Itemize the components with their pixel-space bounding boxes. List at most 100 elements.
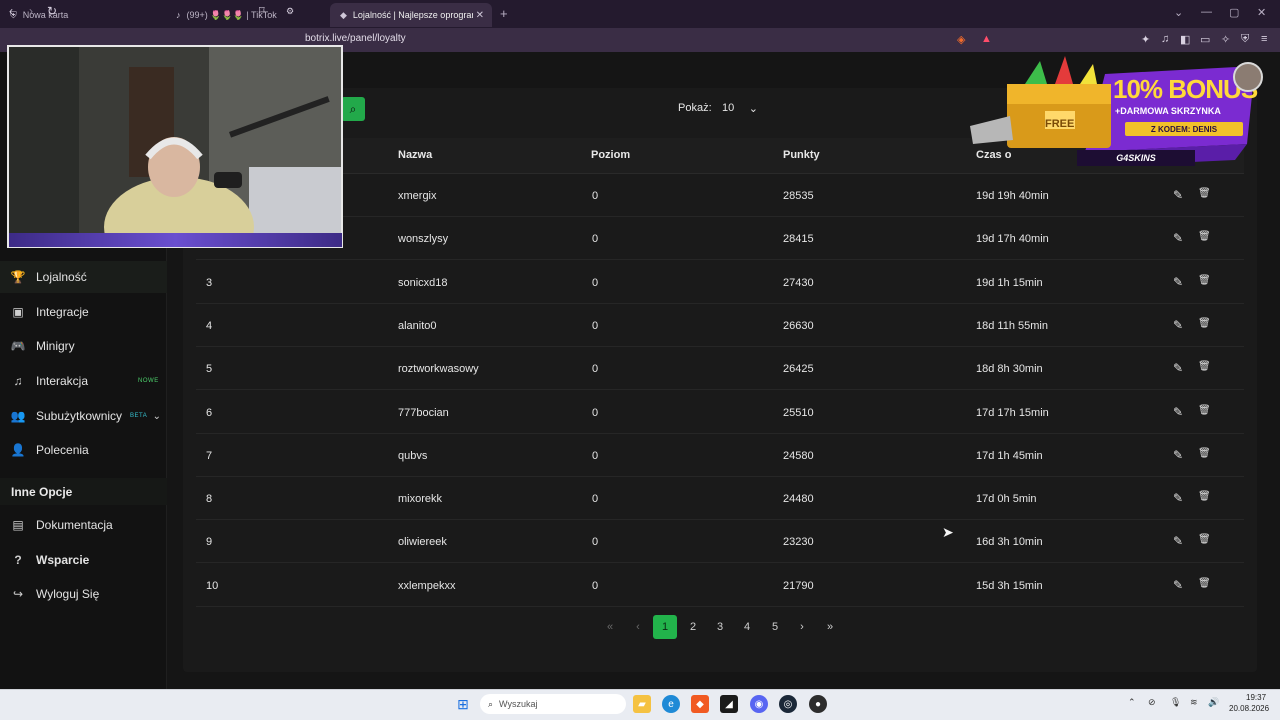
menu-icon[interactable]: ≡ xyxy=(1261,33,1267,45)
chevron-down-icon[interactable]: ⌄ xyxy=(153,411,161,422)
close-icon[interactable]: ✕ xyxy=(476,10,484,21)
wifi-icon[interactable]: ≋ xyxy=(1190,697,1198,708)
steam-icon[interactable]: ◎ xyxy=(779,695,797,713)
level-cell: 0 xyxy=(592,449,599,462)
delete-icon[interactable]: 🗑 xyxy=(1198,448,1211,459)
delete-icon[interactable]: 🗑 xyxy=(1198,491,1211,502)
delete-icon[interactable]: 🗑 xyxy=(1198,405,1211,416)
page-button-2[interactable]: 2 xyxy=(681,615,705,639)
page-button-4[interactable]: 4 xyxy=(735,615,759,639)
brave-icon[interactable]: ◆ xyxy=(691,695,709,713)
maximize-icon[interactable]: ▢ xyxy=(1229,6,1239,19)
sidebar-item-support[interactable]: ? Wsparcie xyxy=(0,544,167,576)
delete-icon[interactable]: 🗑 xyxy=(1198,361,1211,372)
chevron-down-icon[interactable]: ⌄ xyxy=(1174,6,1183,19)
sidebar-icon[interactable]: ◧ xyxy=(1180,33,1190,46)
sidebar-item-label: Minigry xyxy=(36,339,75,353)
name-cell: xmergix xyxy=(398,190,437,202)
tab-new[interactable]: ⛨ Nowa karta xyxy=(0,3,166,27)
music-icon[interactable]: ♫ xyxy=(1161,33,1169,45)
avatar[interactable] xyxy=(1233,62,1263,92)
volume-icon[interactable]: 🔊 xyxy=(1208,697,1219,708)
edit-icon[interactable]: ✎ xyxy=(1173,491,1183,505)
tab-tiktok[interactable]: ♪ (99+) 🌷🌷🌷 | TikTok xyxy=(166,3,330,27)
tray-chevron-icon[interactable]: ⌃ xyxy=(1128,697,1136,708)
page-size-select[interactable]: 10 ⌄ xyxy=(714,97,764,119)
clock-date[interactable]: 20.08.2026 xyxy=(1229,704,1269,713)
delete-icon[interactable]: 🗑 xyxy=(1198,231,1211,242)
reload-icon[interactable]: ↻ xyxy=(47,4,57,18)
taskbar-search-input[interactable]: ⌕ Wyszukaj xyxy=(480,694,626,714)
network-icon[interactable]: ⊘ xyxy=(1148,697,1156,708)
points-cell: 25510 xyxy=(783,406,814,419)
rank-cell: 8 xyxy=(206,493,213,506)
sidebar-item-referrals[interactable]: 👤 Polecenia xyxy=(0,434,167,466)
column-header-points[interactable]: Punkty xyxy=(783,149,820,161)
table-row: 10 xxlempekxx 0 21790 15d 3h 15min ✎ 🗑 xyxy=(196,564,1244,607)
g4skins-ad[interactable]: 10% BONUS +DARMOWA SKRZYNKA Z KODEM: DEN… xyxy=(965,56,1265,172)
time-cell: 17d 1h 45min xyxy=(976,449,1043,462)
sidebar-item-docs[interactable]: ▤ Dokumentacja xyxy=(0,509,167,541)
sidebar-item-subusers[interactable]: 👥 Subużytkownicy BETA ⌄ xyxy=(0,400,167,432)
delete-icon[interactable]: 🗑 xyxy=(1198,275,1211,286)
sidebar-item-minigames[interactable]: 🎮 Minigry xyxy=(0,330,167,362)
edit-icon[interactable]: ✎ xyxy=(1173,578,1183,592)
delete-icon[interactable]: 🗑 xyxy=(1198,534,1211,545)
obs-icon[interactable]: ● xyxy=(809,695,827,713)
start-icon[interactable]: ⊞ xyxy=(454,695,472,713)
file-explorer-icon[interactable]: ▰ xyxy=(633,695,651,713)
edit-icon[interactable]: ✎ xyxy=(1173,188,1183,202)
delete-icon[interactable]: 🗑 xyxy=(1198,188,1211,199)
wallet-icon[interactable]: ▭ xyxy=(1200,33,1210,46)
last-page-button[interactable]: » xyxy=(818,615,842,639)
new-tab-button[interactable]: + xyxy=(500,6,508,21)
points-cell: 28415 xyxy=(783,233,814,246)
page-button-5[interactable]: 5 xyxy=(763,615,787,639)
sidebar-item-label: Integracje xyxy=(36,305,89,319)
microphone-icon[interactable]: 🎙 xyxy=(1170,697,1181,708)
vpn-icon[interactable]: ⛨ xyxy=(1241,33,1249,46)
brave-rewards-icon[interactable]: ▲ xyxy=(981,33,992,45)
edit-icon[interactable]: ✎ xyxy=(1173,448,1183,462)
page-button-3[interactable]: 3 xyxy=(708,615,732,639)
sidebar-item-logout[interactable]: ↪ Wyloguj Się xyxy=(0,578,167,610)
bookmark-icon[interactable]: ⌑ xyxy=(259,4,265,17)
sidebar-item-integrations[interactable]: ▣ Integracje xyxy=(0,296,167,328)
discord-icon[interactable]: ◉ xyxy=(750,695,768,713)
app-icon[interactable]: ◢ xyxy=(720,695,738,713)
edit-icon[interactable]: ✎ xyxy=(1173,275,1183,289)
minimize-icon[interactable]: — xyxy=(1201,6,1212,18)
next-page-button[interactable]: › xyxy=(790,615,814,639)
name-cell: qubvs xyxy=(398,449,428,462)
clock-time[interactable]: 19:37 xyxy=(1246,693,1266,702)
edit-icon[interactable]: ✎ xyxy=(1173,405,1183,419)
sidebar-item-loyalty[interactable]: 🏆 Lojalność xyxy=(0,261,167,293)
tab-loyalty[interactable]: ◆ Lojalność | Najlepsze oprogramo ✕ xyxy=(330,3,492,27)
prev-page-button[interactable]: ‹ xyxy=(626,615,650,639)
address-bar[interactable]: botrix.live/panel/loyalty xyxy=(305,33,406,44)
forward-icon[interactable]: › xyxy=(29,4,33,18)
extensions-icon[interactable]: ✦ xyxy=(1141,33,1150,46)
edit-icon[interactable]: ✎ xyxy=(1173,361,1183,375)
edit-icon[interactable]: ✎ xyxy=(1173,318,1183,332)
brave-shield-icon[interactable]: ◈ xyxy=(957,33,965,46)
column-header-level[interactable]: Poziom xyxy=(591,149,630,161)
edge-icon[interactable]: e xyxy=(662,695,680,713)
first-page-button[interactable]: « xyxy=(598,615,622,639)
table-row: 9 oliwiereek 0 23230 16d 3h 10min ✎ 🗑 xyxy=(196,520,1244,564)
delete-icon[interactable]: 🗑 xyxy=(1198,578,1211,589)
column-header-name[interactable]: Nazwa xyxy=(398,149,432,161)
back-icon[interactable]: ‹ xyxy=(9,4,13,18)
search-button[interactable]: ⌕ xyxy=(341,97,365,121)
document-icon: ▤ xyxy=(12,518,24,532)
site-info-icon[interactable]: ⚙ xyxy=(286,6,294,17)
leo-icon[interactable]: ✧ xyxy=(1221,33,1230,46)
edit-icon[interactable]: ✎ xyxy=(1173,534,1183,548)
page-button-1[interactable]: 1 xyxy=(653,615,677,639)
window-close-icon[interactable]: ✕ xyxy=(1257,6,1266,19)
delete-icon[interactable]: 🗑 xyxy=(1198,318,1211,329)
music-note-icon: ♫ xyxy=(13,374,23,388)
botrix-icon: ◆ xyxy=(340,9,347,20)
sidebar-item-interaction[interactable]: ♫ Interakcja NOWE xyxy=(0,365,167,397)
edit-icon[interactable]: ✎ xyxy=(1173,231,1183,245)
